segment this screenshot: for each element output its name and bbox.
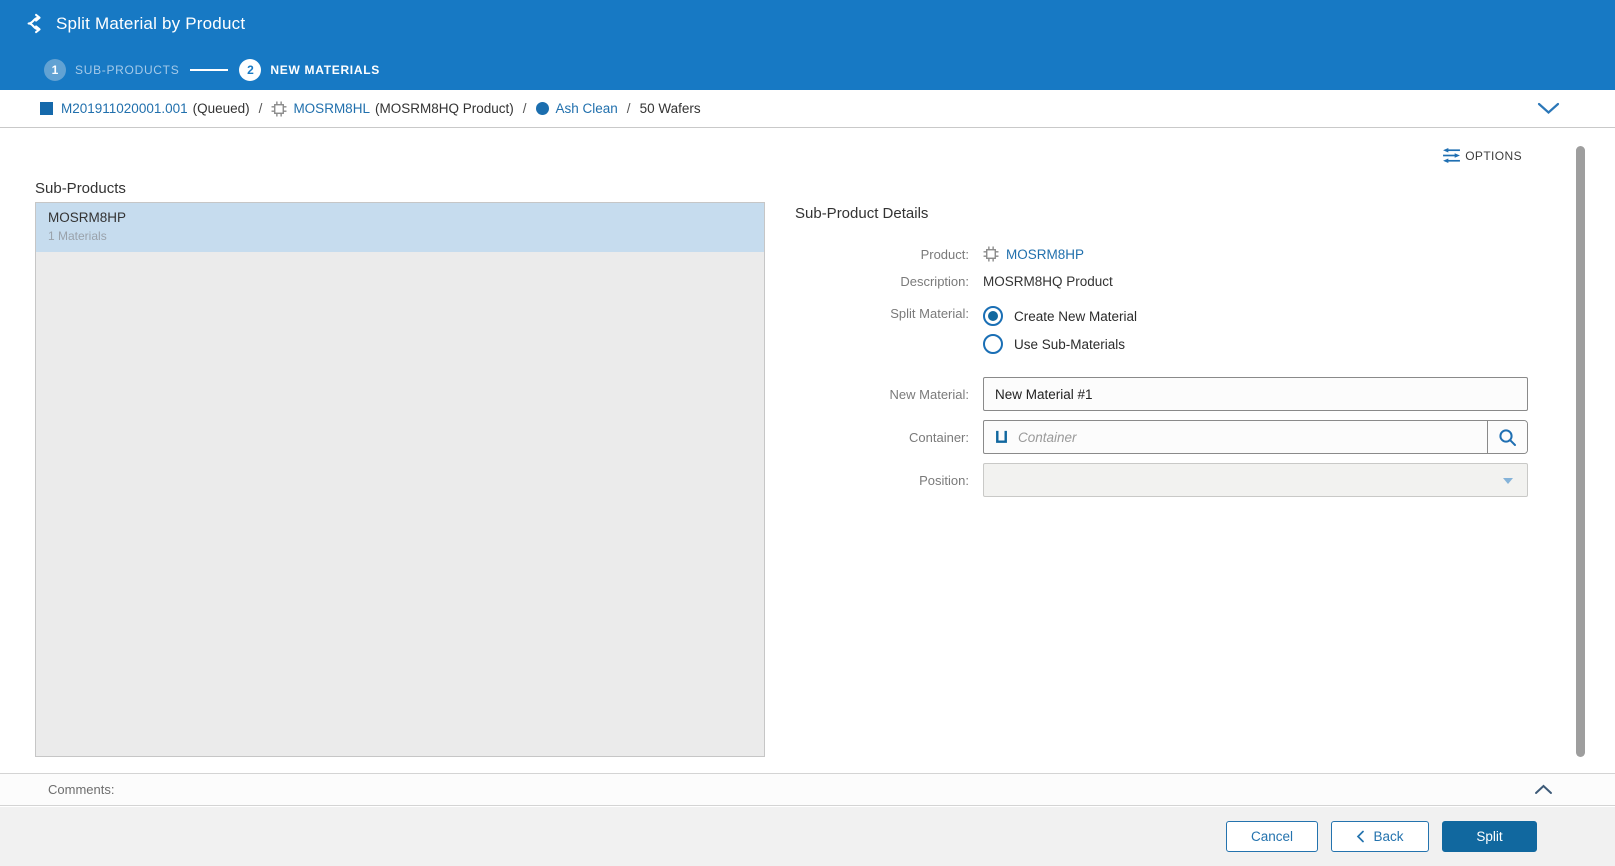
container-field: [983, 420, 1528, 454]
product-icon: [983, 246, 999, 262]
product-icon: [271, 101, 287, 117]
sub-product-details-section: Sub-Product Details Product: MOSRM8HP De…: [795, 206, 1528, 506]
step-1-label: SUB-PRODUCTS: [75, 63, 179, 77]
radio-selected-icon[interactable]: [983, 306, 1003, 326]
breadcrumb-separator: /: [627, 101, 631, 116]
position-label: Position:: [795, 473, 975, 488]
split-button[interactable]: Split: [1442, 821, 1537, 852]
page-title: Split Material by Product: [56, 14, 245, 34]
step-connector: [190, 69, 228, 71]
back-button[interactable]: Back: [1331, 821, 1429, 852]
product-label: Product:: [795, 247, 975, 262]
step-1-circle: 1: [44, 59, 66, 81]
chevron-up-icon[interactable]: [1534, 784, 1553, 795]
flow-step-dot-icon: [536, 102, 549, 115]
vertical-scrollbar[interactable]: [1576, 146, 1585, 757]
breadcrumb-separator: /: [523, 101, 527, 116]
split-material-label: Split Material:: [795, 306, 975, 321]
title-row: Split Material by Product: [24, 13, 245, 34]
container-input[interactable]: [1018, 421, 1527, 453]
back-button-label: Back: [1373, 829, 1403, 844]
description-row: Description: MOSRM8HQ Product: [795, 272, 1528, 290]
step-2-label: NEW MATERIALS: [270, 63, 380, 77]
container-label: Container:: [795, 430, 975, 445]
sub-product-name: MOSRM8HP: [48, 210, 752, 225]
search-icon: [1498, 428, 1517, 447]
split-material-row: Split Material: Create New Material Use …: [795, 306, 1528, 354]
container-search-button[interactable]: [1487, 421, 1527, 453]
cancel-button[interactable]: Cancel: [1226, 821, 1318, 852]
split-button-label: Split: [1476, 829, 1502, 844]
sub-products-section: Sub-Products MOSRM8HP 1 Materials: [35, 181, 765, 757]
container-icon: [994, 429, 1009, 445]
dropdown-arrow-icon: [1503, 478, 1513, 484]
sub-products-list: MOSRM8HP 1 Materials: [35, 202, 765, 757]
material-status: (Queued): [193, 101, 250, 116]
product-row: Product: MOSRM8HP: [795, 244, 1528, 264]
container-row: Container:: [795, 420, 1528, 454]
new-material-row: New Material:: [795, 377, 1528, 411]
position-row: Position:: [795, 463, 1528, 497]
new-material-input[interactable]: [983, 377, 1528, 411]
details-title: Sub-Product Details: [795, 206, 1528, 222]
sub-product-materials-count: 1 Materials: [48, 229, 752, 243]
new-material-label: New Material:: [795, 387, 975, 402]
breadcrumb: M201911020001.001 (Queued) / MOSRM8HL (M…: [0, 90, 1615, 128]
radio-use-sub-materials[interactable]: Use Sub-Materials: [983, 334, 1137, 354]
sub-products-title: Sub-Products: [35, 181, 765, 197]
step-sub-products[interactable]: 1 SUB-PRODUCTS: [44, 59, 179, 81]
split-material-radio-group: Create New Material Use Sub-Materials: [983, 306, 1137, 354]
radio-create-new-material[interactable]: Create New Material: [983, 306, 1137, 326]
cancel-button-label: Cancel: [1251, 829, 1293, 844]
options-button[interactable]: OPTIONS: [1442, 147, 1522, 164]
description-label: Description:: [795, 274, 975, 289]
chevron-down-icon[interactable]: [1537, 102, 1560, 115]
radio-use-sub-materials-label: Use Sub-Materials: [1014, 337, 1125, 352]
breadcrumb-product-link[interactable]: MOSRM8HL: [293, 101, 370, 116]
breadcrumb-quantity: 50 Wafers: [640, 101, 701, 116]
dialog-header: Split Material by Product 1 SUB-PRODUCTS…: [0, 0, 1615, 90]
product-description: (MOSRM8HQ Product): [375, 101, 514, 116]
details-form: Product: MOSRM8HP Description: MOSRM8HQ …: [795, 244, 1528, 497]
chevron-left-icon: [1356, 830, 1364, 843]
comments-label: Comments:: [48, 782, 114, 797]
breadcrumb-step-link[interactable]: Ash Clean: [556, 101, 618, 116]
split-material-dialog: Split Material by Product 1 SUB-PRODUCTS…: [0, 0, 1615, 866]
sub-product-list-item[interactable]: MOSRM8HP 1 Materials: [36, 203, 764, 252]
position-select[interactable]: [983, 463, 1528, 497]
radio-unselected-icon[interactable]: [983, 334, 1003, 354]
wizard-stepper: 1 SUB-PRODUCTS 2 NEW MATERIALS: [44, 59, 380, 81]
description-value: MOSRM8HQ Product: [983, 274, 1113, 289]
breadcrumb-separator: /: [259, 101, 263, 116]
step-2-circle: 2: [239, 59, 261, 81]
dialog-footer: Cancel Back Split: [0, 807, 1615, 866]
breadcrumb-material-link[interactable]: M201911020001.001: [61, 101, 188, 116]
product-value-link[interactable]: MOSRM8HP: [1006, 247, 1084, 262]
radio-create-new-material-label: Create New Material: [1014, 309, 1137, 324]
options-label: OPTIONS: [1465, 149, 1522, 163]
material-square-icon: [40, 102, 53, 115]
comments-bar[interactable]: Comments:: [0, 773, 1615, 806]
options-sliders-icon: [1442, 147, 1461, 164]
step-new-materials[interactable]: 2 NEW MATERIALS: [239, 59, 380, 81]
split-icon: [24, 13, 45, 34]
